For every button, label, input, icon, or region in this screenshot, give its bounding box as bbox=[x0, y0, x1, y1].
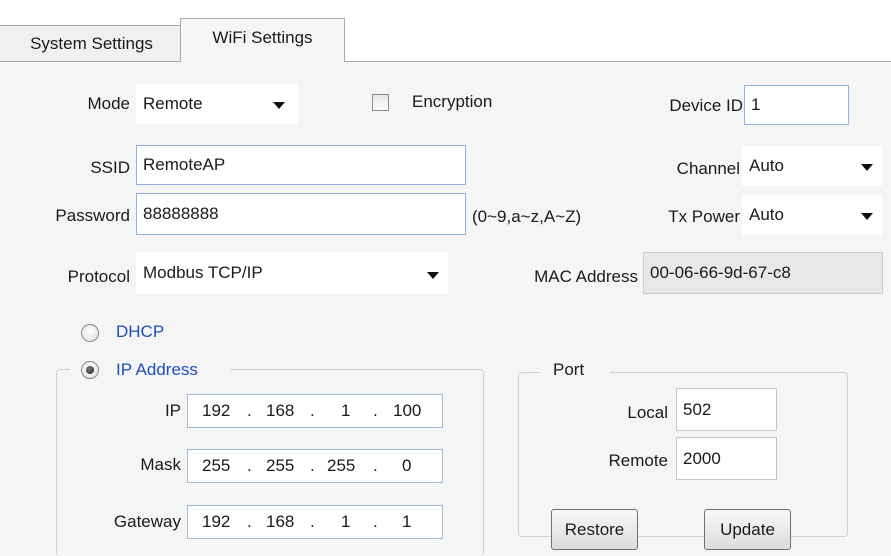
gateway-octet-3: 1 bbox=[341, 512, 351, 531]
mode-label: Mode bbox=[87, 94, 130, 113]
update-button[interactable]: Update bbox=[704, 509, 791, 550]
restore-button[interactable]: Restore bbox=[551, 509, 638, 550]
wifi-settings-panel: Mode Remote Encryption Device ID 1 SSID … bbox=[0, 62, 891, 556]
device-id-value: 1 bbox=[751, 95, 761, 114]
channel-select[interactable]: Auto bbox=[742, 146, 882, 186]
tab-system-settings[interactable]: System Settings bbox=[0, 25, 183, 62]
device-id-label: Device ID bbox=[669, 96, 743, 115]
local-port-input[interactable]: 502 bbox=[676, 388, 777, 431]
remote-port-value: 2000 bbox=[683, 448, 721, 468]
gateway-dot: . bbox=[247, 512, 252, 531]
ssid-input[interactable]: RemoteAP bbox=[136, 145, 466, 185]
gateway-octet-4: 1 bbox=[402, 512, 412, 531]
remote-port-input[interactable]: 2000 bbox=[676, 437, 777, 480]
gateway-label: Gateway bbox=[113, 512, 181, 531]
mask-input[interactable]: 255 . 255 . 255 . 0 bbox=[187, 449, 443, 483]
channel-label: Channel bbox=[676, 159, 740, 178]
protocol-select-value: Modbus TCP/IP bbox=[143, 263, 263, 282]
chevron-down-icon bbox=[861, 213, 873, 220]
chevron-down-icon bbox=[427, 272, 439, 279]
password-label: Password bbox=[55, 206, 130, 225]
mode-select-value: Remote bbox=[143, 94, 203, 113]
gateway-octet-1: 192 bbox=[202, 512, 231, 531]
mask-octet-4: 0 bbox=[402, 456, 412, 475]
gateway-input[interactable]: 192 . 168 . 1 . 1 bbox=[187, 505, 443, 539]
encryption-label: Encryption bbox=[412, 92, 493, 111]
ip-address-label-overlay: IP Address bbox=[116, 360, 198, 379]
remote-port-label: Remote bbox=[608, 451, 668, 470]
tx-power-select-value: Auto bbox=[749, 205, 784, 224]
wifi-settings-window: System Settings WiFi Settings Mode Remot… bbox=[0, 0, 891, 556]
mode-select[interactable]: Remote bbox=[136, 84, 298, 124]
local-port-label: Local bbox=[627, 403, 668, 422]
tx-power-select[interactable]: Auto bbox=[742, 195, 882, 235]
tab-wifi-settings[interactable]: WiFi Settings bbox=[180, 18, 345, 63]
ip-input[interactable]: 192 . 168 . 1 . 100 bbox=[187, 394, 443, 428]
mac-address-label: MAC Address bbox=[534, 267, 638, 286]
mask-dot: . bbox=[373, 456, 378, 475]
password-input[interactable]: 88888888 bbox=[136, 193, 466, 235]
mask-octet-3: 255 bbox=[327, 456, 356, 475]
channel-select-value: Auto bbox=[749, 156, 784, 175]
gateway-dot: . bbox=[373, 512, 378, 531]
ip-octet-1: 192 bbox=[202, 401, 231, 420]
ssid-label: SSID bbox=[90, 158, 130, 177]
tab-strip: System Settings WiFi Settings bbox=[0, 0, 891, 63]
local-port-value: 502 bbox=[683, 399, 712, 419]
dhcp-radio[interactable] bbox=[81, 324, 99, 342]
ip-dot: . bbox=[247, 401, 252, 420]
mask-label: Mask bbox=[140, 455, 181, 474]
device-id-input[interactable]: 1 bbox=[744, 85, 849, 125]
ip-octet-2: 168 bbox=[266, 401, 295, 420]
ip-octet-4: 100 bbox=[393, 401, 422, 420]
mac-address-field: 00-06-66-9d-67-c8 bbox=[643, 252, 883, 294]
radio-selected-dot bbox=[86, 366, 94, 374]
password-value: 88888888 bbox=[143, 204, 219, 223]
mask-octet-1: 255 bbox=[202, 456, 231, 475]
ip-dot: . bbox=[310, 401, 315, 420]
mask-dot: . bbox=[247, 456, 252, 475]
ip-label: IP bbox=[164, 401, 181, 420]
ssid-value: RemoteAP bbox=[143, 155, 226, 174]
port-group-title: Port bbox=[553, 360, 585, 379]
encryption-checkbox[interactable] bbox=[372, 94, 389, 111]
tx-power-label: Tx Power bbox=[668, 207, 740, 226]
protocol-label: Protocol bbox=[67, 267, 130, 286]
mac-address-value: 00-06-66-9d-67-c8 bbox=[650, 263, 791, 282]
ip-octet-3: 1 bbox=[341, 401, 351, 420]
ip-address-radio-overlay[interactable] bbox=[81, 361, 99, 379]
mask-dot: . bbox=[310, 456, 315, 475]
mask-octet-2: 255 bbox=[266, 456, 295, 475]
ip-dot: . bbox=[373, 401, 378, 420]
chevron-down-icon bbox=[861, 164, 873, 171]
gateway-octet-2: 168 bbox=[266, 512, 295, 531]
gateway-dot: . bbox=[310, 512, 315, 531]
protocol-select[interactable]: Modbus TCP/IP bbox=[136, 252, 448, 294]
dhcp-label: DHCP bbox=[116, 322, 165, 341]
password-hint: (0~9,a~z,A~Z) bbox=[472, 207, 582, 226]
chevron-down-icon bbox=[273, 102, 285, 109]
